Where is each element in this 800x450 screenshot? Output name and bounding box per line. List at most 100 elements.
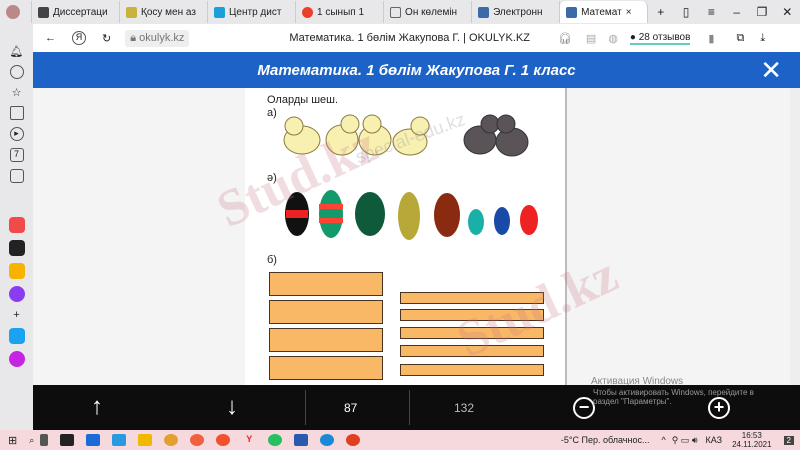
yandex-browser-icon[interactable]: Y: [242, 434, 256, 446]
collections-icon[interactable]: [9, 106, 24, 120]
page-navigation-bar: ↑ ↓ 87 132 − + Чтобы активировать Window…: [33, 385, 800, 430]
clock-icon[interactable]: [9, 65, 24, 79]
tab-label: Он көлемін: [405, 6, 458, 18]
extensions-icon[interactable]: ⧉: [736, 32, 744, 45]
document-icon: [390, 6, 402, 18]
app-icon[interactable]: 7: [9, 148, 24, 162]
headphones-icon[interactable]: 🎧︎: [558, 32, 572, 45]
yandex-icon[interactable]: [216, 434, 231, 446]
start-icon[interactable]: ⊞: [8, 434, 17, 447]
tab-label: Центр дист: [229, 6, 282, 18]
restore-button[interactable]: ❐: [749, 5, 774, 19]
chrome-icon[interactable]: [164, 434, 179, 446]
tray-icons[interactable]: ⚲ ▭ 🔊︎: [672, 435, 698, 446]
app-dark-icon[interactable]: [8, 240, 25, 256]
zoom-out-button[interactable]: −: [573, 397, 595, 419]
store-icon[interactable]: [60, 434, 75, 446]
edge-icon[interactable]: [320, 434, 335, 446]
scrollbar[interactable]: [790, 88, 800, 385]
play-icon[interactable]: ▸: [9, 127, 24, 141]
profile-avatar[interactable]: [0, 1, 32, 23]
reviews-button[interactable]: ● 28 отзывов: [629, 31, 691, 45]
tab-label: 1 сынып 1: [317, 6, 365, 18]
collections-icon[interactable]: ▯: [673, 5, 698, 19]
browser-icon[interactable]: [190, 434, 205, 446]
mail-icon[interactable]: [8, 263, 25, 279]
task-view-icon[interactable]: [40, 434, 49, 446]
app-red-icon[interactable]: [8, 217, 25, 233]
tab-favicon: [566, 6, 578, 18]
app-icon[interactable]: [346, 434, 361, 446]
current-page[interactable]: 87: [344, 401, 357, 415]
url-text: okulyk.kz: [139, 31, 185, 44]
wide-plank: [269, 272, 383, 296]
book-title: Математика. 1 бөлім Жакупова Г. 1 класс: [257, 61, 576, 79]
tab[interactable]: 1 сынып 1: [296, 1, 385, 23]
book-viewer: Оларды шеш. а) ә) б) Stud.kz Stud.kz spe…: [33, 88, 800, 387]
minimize-button[interactable]: –: [724, 5, 749, 19]
add-icon[interactable]: +: [13, 309, 19, 321]
translate-icon[interactable]: ◍: [608, 32, 618, 45]
yandex-icon: [302, 6, 314, 18]
messenger-icon[interactable]: [8, 286, 25, 302]
notifications-badge[interactable]: 2: [783, 435, 794, 445]
tray-chevron-icon[interactable]: ^: [661, 435, 665, 445]
tab-favicon: [478, 6, 490, 18]
bell-icon[interactable]: 🔔︎: [10, 45, 24, 58]
tab-close-icon[interactable]: ×: [626, 7, 632, 18]
label-b: б): [267, 254, 277, 266]
time: 16:53: [741, 431, 762, 440]
send-icon[interactable]: [8, 328, 25, 344]
mail-icon[interactable]: [86, 434, 101, 446]
whatsapp-icon[interactable]: [268, 434, 283, 446]
tab[interactable]: Электронн: [472, 1, 561, 23]
tab[interactable]: Он көлемін: [384, 1, 473, 23]
menu-icon[interactable]: ≡: [699, 5, 724, 19]
tab-label: Математ: [581, 6, 622, 18]
tab-favicon: [214, 6, 226, 18]
new-tab-button[interactable]: +: [648, 5, 673, 19]
language-indicator[interactable]: КАЗ: [706, 435, 723, 445]
total-pages: 132: [454, 401, 475, 415]
word-icon[interactable]: [294, 434, 309, 446]
activation-text: Чтобы активировать Windows, перейдите в …: [593, 388, 754, 406]
tab-active[interactable]: Математ ×: [560, 1, 649, 23]
reader-icon[interactable]: ▤: [586, 32, 596, 45]
tab-favicon: [126, 6, 137, 18]
tab-label: Қосу мен аз: [141, 6, 196, 18]
screenshot-icon[interactable]: [9, 169, 24, 183]
alice-icon[interactable]: [8, 351, 25, 367]
arrow-down-icon[interactable]: ↓: [226, 393, 238, 421]
close-window-button[interactable]: ✕: [775, 5, 800, 19]
page-title: Математика. 1 бөлім Жакупова Г. | OKULYK…: [289, 32, 530, 44]
wide-plank: [269, 356, 383, 380]
url-field[interactable]: 🔒︎ okulyk.kz: [125, 29, 190, 47]
bookmark-icon[interactable]: ▮: [708, 32, 714, 45]
tab-bar: Диссертаци Қосу мен аз Центр дист 1 сыны…: [0, 0, 800, 24]
reload-icon[interactable]: ↻: [102, 32, 111, 45]
back-icon[interactable]: ←: [45, 32, 56, 44]
app-icon[interactable]: [112, 434, 127, 446]
explorer-icon[interactable]: [138, 434, 153, 446]
download-icon[interactable]: ⤓: [760, 32, 765, 45]
close-icon[interactable]: ✕: [760, 55, 782, 86]
tab[interactable]: Диссертаци: [32, 1, 120, 23]
browser-sidebar: 🔔︎ ☆ ▸ 7 +: [0, 24, 33, 430]
tab-favicon: [37, 6, 49, 18]
tab[interactable]: Қосу мен аз: [120, 1, 209, 23]
date: 24.11.2021: [732, 440, 772, 449]
wide-plank: [269, 300, 383, 324]
address-bar: ← Я ↻ 🔒︎ okulyk.kz Математика. 1 бөлім Ж…: [33, 24, 800, 52]
clock[interactable]: 16:53 24.11.2021: [732, 431, 771, 449]
yandex-logo-icon[interactable]: Я: [72, 31, 86, 45]
search-icon[interactable]: ⌕: [29, 435, 34, 446]
weather-widget[interactable]: -5°C Пер. облачнос...: [561, 435, 650, 445]
reviews-label: 28 отзывов: [638, 31, 691, 43]
arrow-up-icon[interactable]: ↑: [91, 393, 103, 421]
star-icon[interactable]: ☆: [12, 86, 22, 99]
instruction-text: Оларды шеш.: [267, 94, 339, 106]
windows-taskbar: ⊞ ⌕ Y -5°C Пер. облачнос... ^ ⚲ ▭ 🔊︎ КАЗ…: [0, 430, 800, 450]
label-a: а): [267, 107, 277, 119]
tab[interactable]: Центр дист: [208, 1, 297, 23]
wide-plank: [269, 328, 383, 352]
